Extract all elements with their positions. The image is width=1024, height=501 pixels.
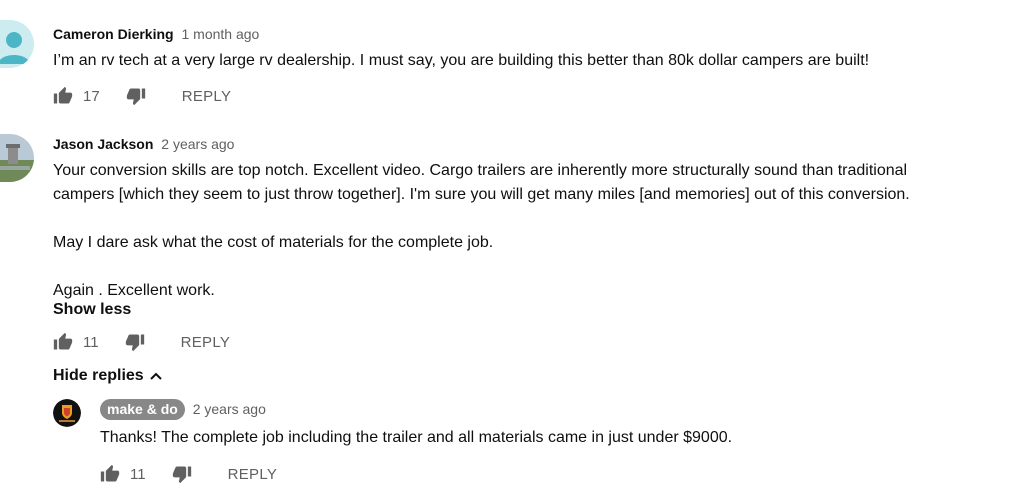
comment-text: Your conversion skills are top notch. Ex… xyxy=(53,159,910,303)
comment-text-line: May I dare ask what the cost of material… xyxy=(53,234,494,251)
like-count: 11 xyxy=(130,465,146,483)
author-name[interactable]: Cameron Dierking xyxy=(53,26,174,42)
like-count: 17 xyxy=(83,87,100,105)
like-icon[interactable] xyxy=(53,332,73,352)
comment-toolbar: 17 REPLY xyxy=(53,86,231,106)
user-avatar-icon xyxy=(0,20,34,68)
show-less-button[interactable]: Show less xyxy=(53,300,131,320)
hide-replies-button[interactable]: Hide replies xyxy=(53,366,162,386)
comment-text-line: I’m an rv tech at a very large rv dealer… xyxy=(53,52,870,69)
comment-timestamp[interactable]: 2 years ago xyxy=(161,136,234,152)
reply-button[interactable]: REPLY xyxy=(228,466,278,483)
comment-text-line: Your conversion skills are top notch. Ex… xyxy=(53,162,908,179)
chevron-up-icon xyxy=(149,366,162,386)
reply-header: make & do 2 years ago xyxy=(100,399,266,420)
comment-toolbar: 11 REPLY xyxy=(53,332,230,352)
avatar[interactable] xyxy=(0,134,34,182)
author-name[interactable]: Jason Jackson xyxy=(53,136,153,152)
avatar[interactable] xyxy=(0,20,34,68)
comment-timestamp[interactable]: 1 month ago xyxy=(181,26,259,42)
channel-logo-icon xyxy=(53,399,81,427)
reply-button[interactable]: REPLY xyxy=(182,88,232,105)
like-icon[interactable] xyxy=(100,464,120,484)
reply-button[interactable]: REPLY xyxy=(181,334,231,351)
comment-text-line: campers [which they seem to just throw t… xyxy=(53,186,910,203)
dislike-icon[interactable] xyxy=(125,332,145,352)
comment-text: I’m an rv tech at a very large rv dealer… xyxy=(53,49,869,73)
comment-text-line xyxy=(53,207,910,231)
reply-text: Thanks! The complete job including the t… xyxy=(100,429,733,446)
like-count: 11 xyxy=(83,333,99,351)
comment-header: Cameron Dierking 1 month ago xyxy=(53,25,259,43)
dislike-icon[interactable] xyxy=(126,86,146,106)
avatar[interactable] xyxy=(53,399,81,427)
reply-toolbar: 11 REPLY xyxy=(100,464,277,484)
comment-text-line: Again . Excellent work. xyxy=(53,282,215,299)
comment-header: Jason Jackson 2 years ago xyxy=(53,135,234,153)
landscape-avatar-icon xyxy=(0,134,34,182)
dislike-icon[interactable] xyxy=(172,464,192,484)
reply-timestamp[interactable]: 2 years ago xyxy=(193,401,266,417)
like-icon[interactable] xyxy=(53,86,73,106)
hide-replies-label: Hide replies xyxy=(53,367,144,384)
channel-owner-badge[interactable]: make & do xyxy=(100,399,185,420)
comment-text-line xyxy=(53,255,910,279)
